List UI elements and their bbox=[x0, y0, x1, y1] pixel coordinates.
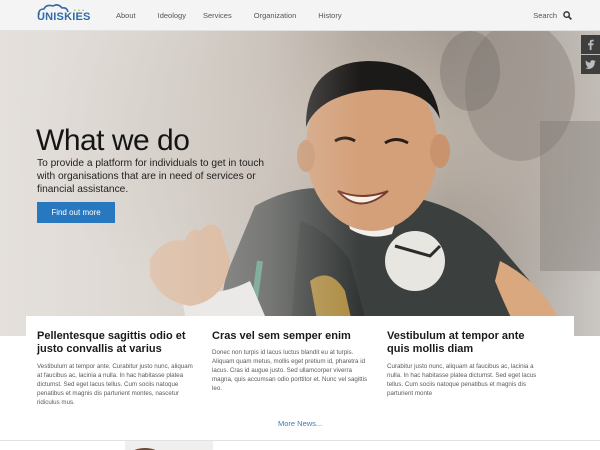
news-item: Cras vel sem semper enim Donec non turpi… bbox=[212, 330, 374, 393]
nav-about[interactable]: About bbox=[116, 11, 136, 20]
nav-services[interactable]: Services bbox=[203, 11, 232, 20]
search-icon bbox=[563, 11, 572, 20]
news-title[interactable]: Pellentesque sagittis odio et justo conv… bbox=[37, 330, 199, 357]
nav-organization[interactable]: Organization bbox=[254, 11, 297, 20]
news-item: Vestibulum at tempor ante quis mollis di… bbox=[387, 330, 549, 398]
section-thumbnail bbox=[125, 441, 213, 450]
nav-ideology[interactable]: Ideology bbox=[158, 11, 186, 20]
news-title[interactable]: Cras vel sem semper enim bbox=[212, 330, 374, 343]
find-out-more-button[interactable]: Find out more bbox=[37, 202, 115, 223]
brand-logo[interactable]: • • • UNISKIES bbox=[36, 4, 91, 26]
site-header: • • • UNISKIES About Ideology Services O… bbox=[0, 0, 600, 31]
more-news-link[interactable]: More News... bbox=[278, 419, 322, 428]
news-text: Vestibulum at tempor ante. Curabitur jus… bbox=[37, 362, 193, 406]
news-text: Curabitur justo nunc, aliquam at faucibu… bbox=[387, 362, 537, 397]
thumbnail-image bbox=[134, 448, 156, 450]
social-bar bbox=[581, 35, 600, 75]
facebook-icon bbox=[588, 39, 594, 50]
news-title[interactable]: Vestibulum at tempor ante quis mollis di… bbox=[387, 330, 549, 357]
hero-title: What we do bbox=[36, 124, 190, 157]
search-label: Search bbox=[533, 11, 557, 20]
search-button[interactable]: Search bbox=[533, 0, 572, 31]
news-section: Pellentesque sagittis odio et justo conv… bbox=[26, 316, 574, 440]
brand-name: UNISKIES bbox=[37, 11, 91, 23]
twitter-icon bbox=[585, 60, 596, 69]
nav-history[interactable]: History bbox=[318, 11, 341, 20]
news-text: Donec non turpis id lacus luctus blandit… bbox=[212, 349, 368, 393]
main-nav: About Ideology Services Organization His… bbox=[116, 0, 364, 31]
next-section-preview bbox=[0, 440, 600, 450]
news-item: Pellentesque sagittis odio et justo conv… bbox=[37, 330, 199, 407]
facebook-button[interactable] bbox=[581, 35, 600, 54]
hero-banner: What we do To provide a platform for ind… bbox=[0, 31, 600, 336]
twitter-button[interactable] bbox=[581, 55, 600, 74]
hero-subtitle: To provide a platform for individuals to… bbox=[37, 158, 265, 196]
